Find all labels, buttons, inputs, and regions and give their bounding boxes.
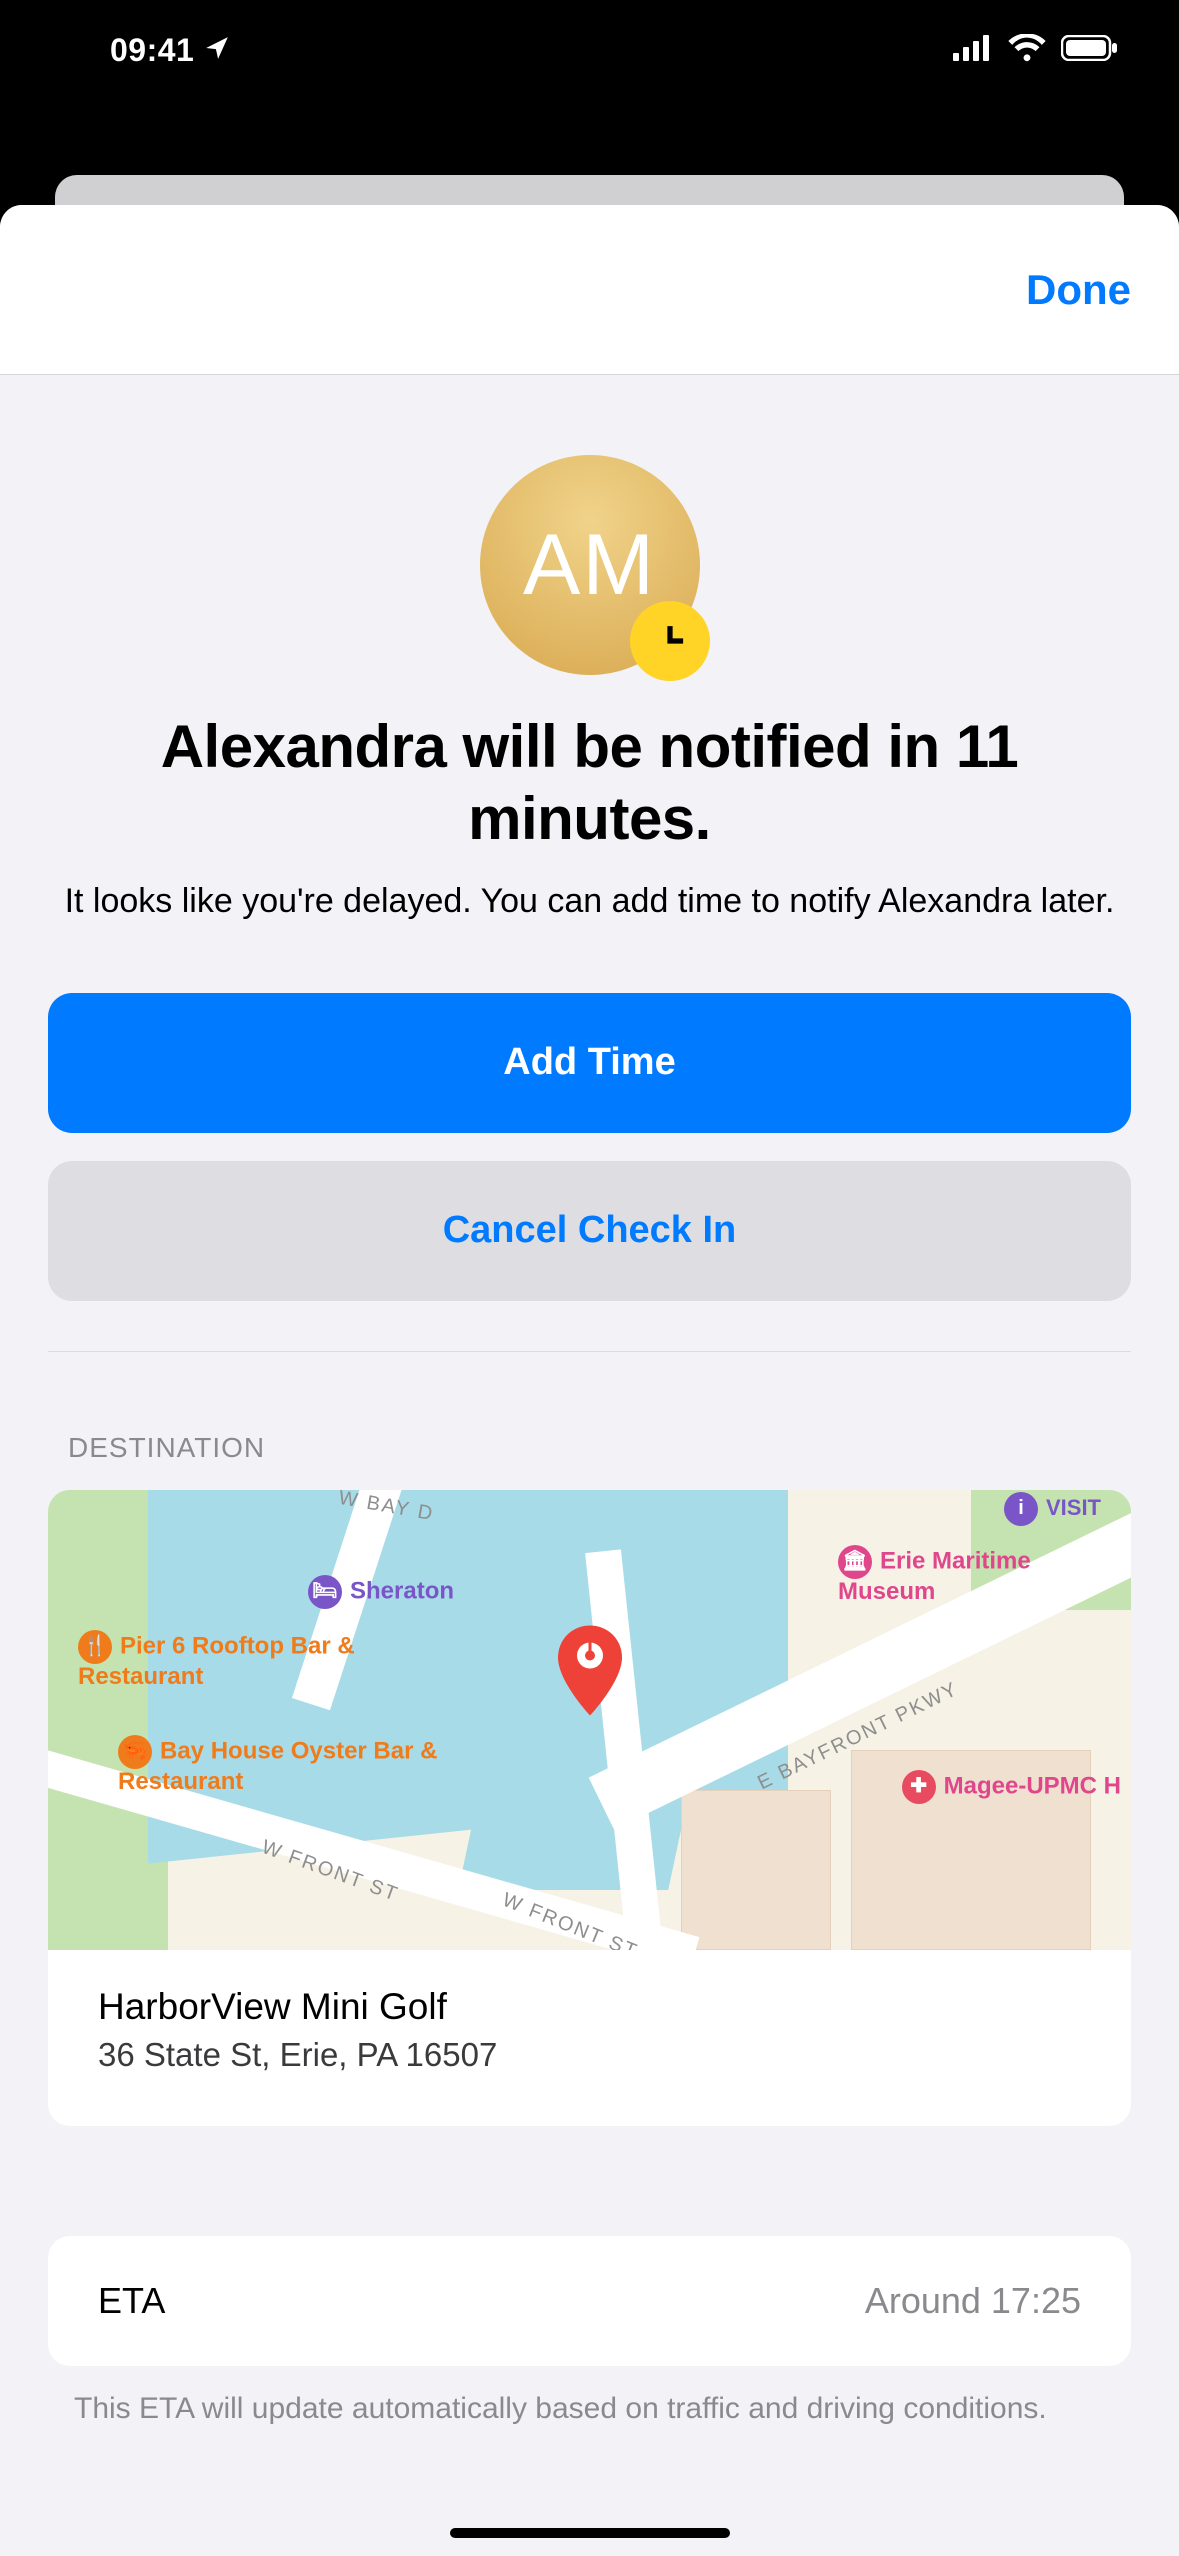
add-time-button[interactable]: Add Time bbox=[48, 993, 1131, 1133]
info-icon: i bbox=[1004, 1492, 1038, 1526]
clock-badge-icon bbox=[630, 601, 710, 681]
home-indicator[interactable] bbox=[450, 2528, 730, 2538]
destination-card[interactable]: W BAY D W FRONT ST W FRONT ST E BAYFRONT… bbox=[48, 1490, 1131, 2126]
destination-name: HarborView Mini Golf bbox=[98, 1986, 1081, 2028]
map-poi-bayhouse: 🦐Bay House Oyster Bar & Restaurant bbox=[118, 1735, 458, 1794]
eta-footer-note: This ETA will update automatically based… bbox=[48, 2388, 1131, 2430]
notification-subtitle: It looks like you're delayed. You can ad… bbox=[48, 879, 1131, 925]
destination-section-header: DESTINATION bbox=[48, 1432, 1131, 1464]
modal-sheet: Done AM Alexandra will be notified in 11… bbox=[0, 205, 1179, 2556]
eta-label: ETA bbox=[98, 2280, 165, 2322]
divider bbox=[48, 1351, 1131, 1352]
eta-value: Around 17:25 bbox=[865, 2280, 1081, 2322]
map-pin-icon bbox=[555, 1625, 625, 1720]
map-poi-pier6: 🍴Pier 6 Rooftop Bar & Restaurant bbox=[78, 1630, 378, 1689]
cancel-checkin-button[interactable]: Cancel Check In bbox=[48, 1161, 1131, 1301]
map-poi-magee: ✚Magee-UPMC H bbox=[902, 1770, 1121, 1804]
restaurant-icon: 🍴 bbox=[78, 1630, 112, 1664]
status-bar: 09:41 bbox=[0, 0, 1179, 100]
map-poi-sheraton: 🛏Sheraton bbox=[308, 1575, 454, 1609]
eta-card[interactable]: ETA Around 17:25 bbox=[48, 2236, 1131, 2366]
location-icon bbox=[204, 32, 230, 69]
status-time: 09:41 bbox=[110, 32, 230, 69]
avatar-container: AM bbox=[48, 455, 1131, 675]
done-button[interactable]: Done bbox=[1026, 266, 1131, 314]
notification-title: Alexandra will be notified in 11 minutes… bbox=[48, 711, 1131, 855]
hospital-icon: ✚ bbox=[902, 1770, 936, 1804]
map-poi-visit: iVISIT bbox=[1004, 1492, 1101, 1526]
avatar-initials: AM bbox=[523, 516, 656, 615]
restaurant-icon: 🦐 bbox=[118, 1735, 152, 1769]
sheet-header: Done bbox=[0, 205, 1179, 375]
battery-icon bbox=[1061, 35, 1119, 66]
hotel-icon: 🛏 bbox=[308, 1575, 342, 1609]
map-poi-erie-maritime: 🏛Erie Maritime Museum bbox=[838, 1545, 1098, 1604]
cellular-icon bbox=[953, 35, 993, 66]
wifi-icon bbox=[1007, 34, 1047, 67]
destination-map[interactable]: W BAY D W FRONT ST W FRONT ST E BAYFRONT… bbox=[48, 1490, 1131, 1950]
status-icons bbox=[953, 34, 1119, 67]
destination-address: 36 State St, Erie, PA 16507 bbox=[98, 2036, 1081, 2074]
museum-icon: 🏛 bbox=[838, 1545, 872, 1579]
status-time-text: 09:41 bbox=[110, 32, 194, 69]
